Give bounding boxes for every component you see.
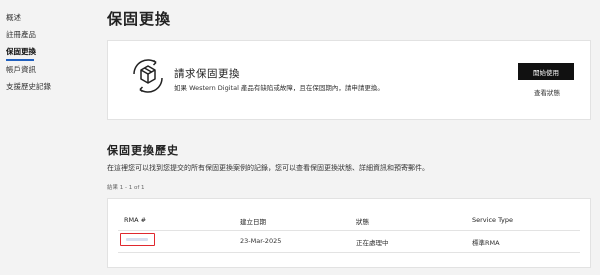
column-header-service-type: Service Type <box>472 216 514 224</box>
sidebar-item-account-info[interactable]: 帳戶資訊 <box>6 64 36 75</box>
sidebar-item-label: 帳戶資訊 <box>6 65 36 74</box>
sidebar-item-label: 概述 <box>6 13 21 22</box>
column-header-created-date: 建立日期 <box>240 218 266 226</box>
warranty-request-card: 請求保固更換 如果 Western Digital 產品有缺陷或故障，且在保固期… <box>107 40 591 120</box>
history-title: 保固更換歷史 <box>107 144 179 157</box>
sidebar-item-warranty-replacement[interactable]: 保固更換 <box>6 46 36 61</box>
column-header-status: 狀態 <box>356 218 369 226</box>
sidebar: 概述 註冊產品 保固更換 帳戶資訊 支援歷史記錄 <box>0 0 96 275</box>
history-description: 在這裡您可以找到您提交的所有保固更換案例的記錄，您可以查看保固更換狀態、詳細資訊… <box>107 164 429 172</box>
sidebar-item-support-history[interactable]: 支援歷史記錄 <box>6 81 51 92</box>
box-exchange-icon <box>133 59 163 93</box>
sidebar-item-registered-products[interactable]: 註冊產品 <box>6 29 36 40</box>
sidebar-item-label: 註冊產品 <box>6 30 36 39</box>
warranty-request-heading: 請求保固更換 <box>174 68 240 80</box>
status-cell: 正在處理中 <box>356 239 389 247</box>
created-date-cell: 23-Mar-2025 <box>240 237 282 245</box>
row-divider <box>118 252 580 253</box>
sidebar-item-label: 保固更換 <box>6 47 36 56</box>
warranty-request-description: 如果 Western Digital 產品有缺陷或故障，且在保固期內，請申請更換… <box>174 84 384 92</box>
page-title: 保固更換 <box>107 10 172 28</box>
sidebar-item-overview[interactable]: 概述 <box>6 12 21 23</box>
service-type-cell: 標準RMA <box>472 239 500 247</box>
header-divider <box>118 230 580 231</box>
rma-number-redacted <box>126 238 148 241</box>
view-status-link[interactable]: 查看狀態 <box>524 87 570 97</box>
rma-number-link[interactable] <box>120 233 155 246</box>
get-started-button[interactable]: 開始使用 <box>518 63 574 80</box>
sidebar-item-label: 支援歷史記錄 <box>6 82 51 91</box>
column-header-rma: RMA # <box>124 216 147 224</box>
results-count: 結果 1 - 1 of 1 <box>107 185 145 191</box>
active-indicator <box>6 59 34 61</box>
history-table: RMA # 建立日期 狀態 Service Type 23-Mar-2025 正… <box>107 198 591 268</box>
